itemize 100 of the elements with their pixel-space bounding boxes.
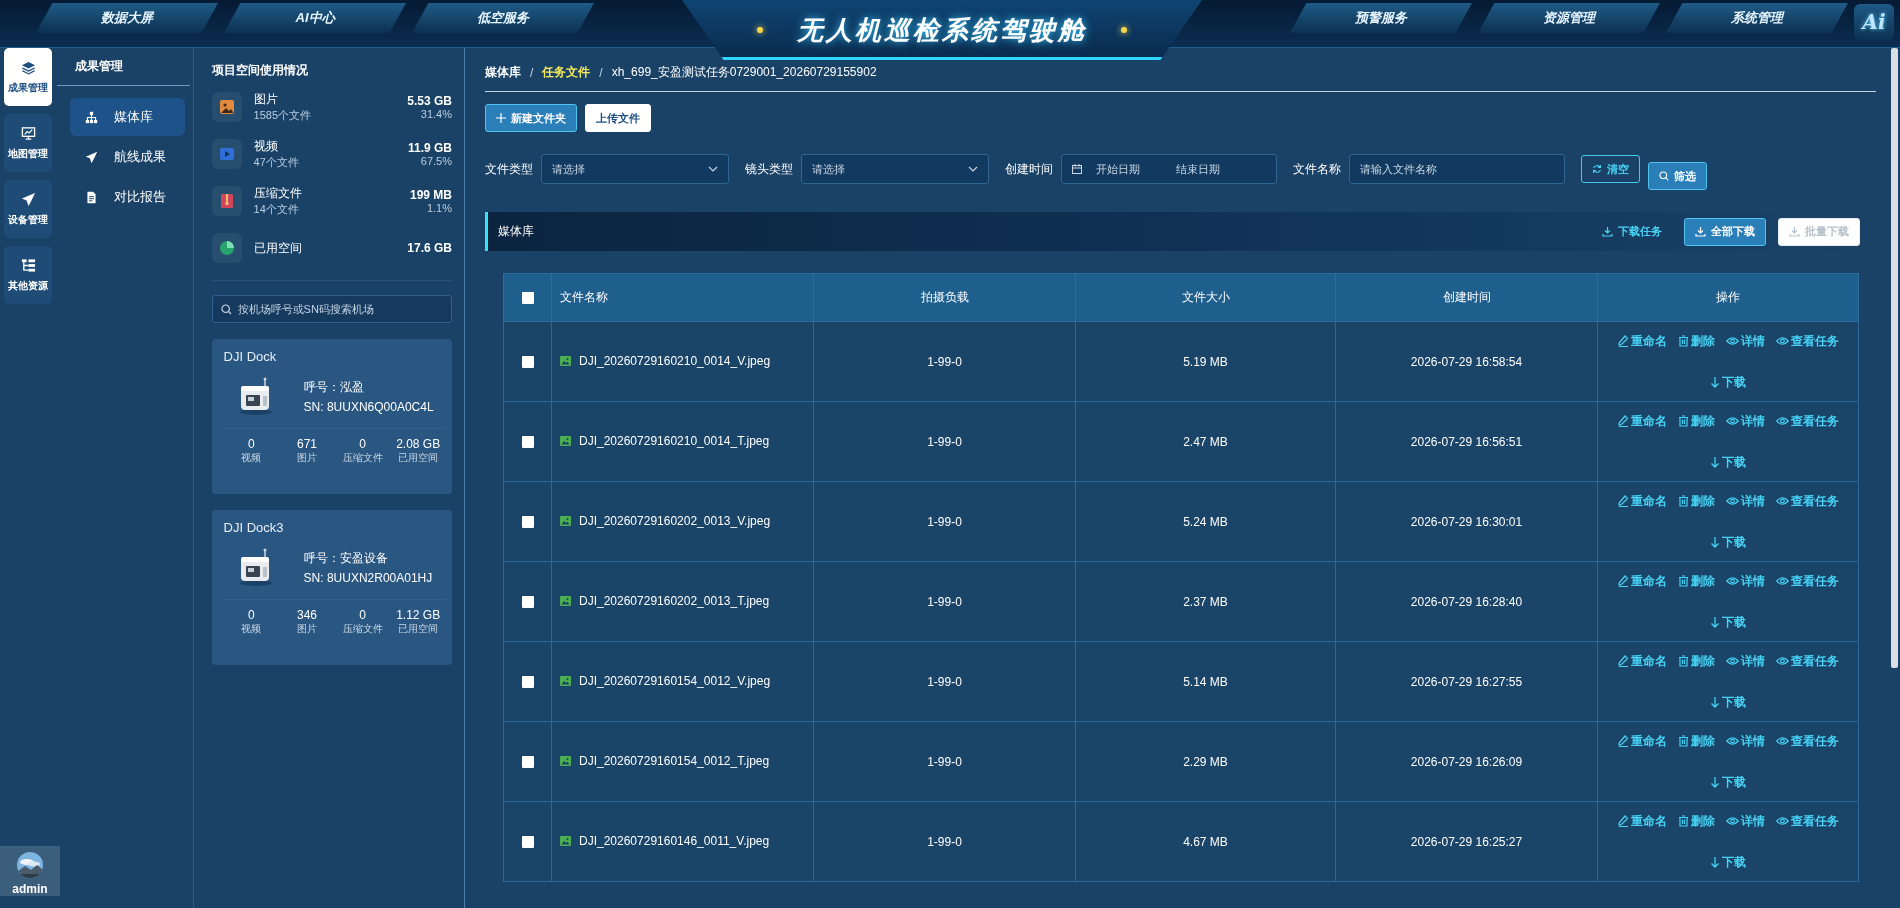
stat-label: 压缩文件 — [341, 451, 384, 465]
delete-link[interactable]: 删除 — [1677, 812, 1715, 830]
download-link[interactable]: 下载 — [1710, 613, 1746, 631]
download-link[interactable]: 下载 — [1710, 373, 1746, 391]
rail-item[interactable]: 设备管理 — [4, 180, 53, 238]
rename-link[interactable]: 重命名 — [1617, 412, 1667, 430]
details-link[interactable]: 详情 — [1725, 572, 1765, 590]
eye-icon — [1775, 736, 1789, 746]
layers-icon — [20, 59, 36, 75]
rename-link[interactable]: 重命名 — [1617, 812, 1667, 830]
sitemap-icon — [84, 110, 98, 124]
file-name: DJI_20260729160202_0013_T.jpeg — [579, 594, 770, 608]
checkbox[interactable] — [521, 596, 534, 609]
checkbox[interactable] — [521, 676, 534, 689]
details-link[interactable]: 详情 — [1725, 812, 1765, 830]
checkbox[interactable] — [521, 436, 534, 449]
storage-percent: 31.4% — [420, 108, 452, 120]
table-cell: 2026-07-29 16:26:09 — [1335, 721, 1598, 802]
menu-item[interactable]: 对比报告 — [69, 178, 185, 216]
dock-serial: SN: 8UUXN6Q00A0C4L — [303, 399, 434, 414]
image-icon — [560, 516, 571, 526]
dock-search-field[interactable]: 按机场呼号或SN码搜索机场 — [211, 295, 452, 323]
rename-link[interactable]: 重命名 — [1617, 732, 1667, 750]
arrow-down-icon — [1710, 456, 1720, 468]
rename-link[interactable]: 重命名 — [1617, 652, 1667, 670]
download-link[interactable]: 下载 — [1710, 773, 1746, 791]
rail-item[interactable]: 其他资源 — [4, 246, 53, 304]
delete-link[interactable]: 删除 — [1677, 492, 1715, 510]
view-task-link[interactable]: 查看任务 — [1775, 812, 1839, 830]
delete-link[interactable]: 删除 — [1677, 732, 1715, 750]
checkbox[interactable] — [521, 356, 534, 369]
breadcrumb-link[interactable]: 任务文件 — [542, 64, 591, 81]
stat-label: 压缩文件 — [341, 622, 384, 636]
table-cell: 1-99-0 — [813, 481, 1076, 562]
clear-button[interactable]: 清空 — [1581, 155, 1640, 183]
download-link[interactable]: 下载 — [1710, 533, 1746, 551]
nav-tab[interactable]: 低空服务 — [412, 3, 594, 33]
rename-link[interactable]: 重命名 — [1617, 572, 1667, 590]
table-cell: 2.37 MB — [1075, 561, 1336, 642]
stat-value: 346 — [295, 608, 318, 622]
menu-item[interactable]: 航线成果 — [69, 138, 185, 176]
view-task-link[interactable]: 查看任务 — [1775, 412, 1839, 430]
scrollbar-thumb[interactable] — [1891, 48, 1898, 668]
download-link[interactable]: 下载 — [1710, 693, 1746, 711]
paper-plane-icon — [20, 191, 36, 207]
upload-button[interactable]: 上传文件 — [585, 104, 651, 132]
delete-link[interactable]: 删除 — [1677, 572, 1715, 590]
glow-dot-icon — [757, 27, 763, 33]
filter-button[interactable]: 筛选 — [1648, 162, 1707, 190]
download-tasks-link[interactable]: 下载任务 — [1592, 217, 1672, 246]
details-link[interactable]: 详情 — [1725, 332, 1765, 350]
checkbox[interactable] — [521, 836, 534, 849]
select-field[interactable]: 请选择 — [541, 154, 729, 184]
stat-value: 0 — [247, 437, 256, 451]
stat-value: 0 — [358, 608, 367, 622]
view-task-link[interactable]: 查看任务 — [1775, 572, 1839, 590]
details-link[interactable]: 详情 — [1725, 412, 1765, 430]
storage-size: 5.53 GB — [407, 94, 452, 108]
breadcrumb-current: xh_699_安盈测试任务0729001_20260729155902 — [611, 64, 877, 81]
image-icon — [560, 596, 571, 606]
new-folder-button[interactable]: 新建文件夹 — [485, 104, 577, 132]
delete-link[interactable]: 删除 — [1677, 332, 1715, 350]
calendar-icon — [1072, 164, 1082, 174]
app-title: 无人机巡检系统驾驶舱 — [797, 13, 1087, 47]
checkbox[interactable] — [521, 516, 534, 529]
view-task-link[interactable]: 查看任务 — [1775, 652, 1839, 670]
download-link[interactable]: 下载 — [1710, 453, 1746, 471]
rename-link[interactable]: 重命名 — [1617, 332, 1667, 350]
view-task-link[interactable]: 查看任务 — [1775, 332, 1839, 350]
nav-tab[interactable]: 系统管理 — [1666, 3, 1848, 33]
download-all-button[interactable]: 全部下载 — [1684, 217, 1766, 246]
menu-item[interactable]: 媒体库 — [69, 98, 185, 136]
logo: Ai — [1854, 4, 1894, 40]
details-link[interactable]: 详情 — [1725, 732, 1765, 750]
rename-link[interactable]: 重命名 — [1617, 492, 1667, 510]
arrow-down-icon — [1710, 376, 1720, 388]
download-link[interactable]: 下载 — [1710, 853, 1746, 871]
date-range-field[interactable]: 开始日期 结束日期 — [1061, 154, 1277, 184]
glow-dot-icon — [1121, 27, 1127, 33]
checkbox[interactable] — [521, 756, 534, 769]
column-header: 操作 — [1597, 273, 1859, 322]
breadcrumb-separator: / — [530, 65, 534, 80]
nav-tab[interactable]: 资源管理 — [1478, 3, 1660, 33]
eye-icon — [1725, 416, 1739, 426]
details-link[interactable]: 详情 — [1725, 492, 1765, 510]
details-link[interactable]: 详情 — [1725, 652, 1765, 670]
delete-link[interactable]: 删除 — [1677, 652, 1715, 670]
delete-link[interactable]: 删除 — [1677, 412, 1715, 430]
stat-value: 1.12 GB — [395, 608, 442, 622]
view-task-link[interactable]: 查看任务 — [1775, 732, 1839, 750]
nav-tab[interactable]: 数据大屏 — [36, 3, 218, 33]
view-task-link[interactable]: 查看任务 — [1775, 492, 1839, 510]
text-field[interactable]: 请输入文件名称 — [1349, 154, 1565, 184]
nav-tab[interactable]: AI中心 — [224, 3, 406, 33]
rail-item[interactable]: 地图管理 — [4, 114, 53, 172]
breadcrumb-link[interactable]: 媒体库 — [485, 64, 521, 81]
nav-tab[interactable]: 预警服务 — [1290, 3, 1472, 33]
select-field[interactable]: 请选择 — [801, 154, 989, 184]
checkbox[interactable] — [521, 292, 534, 305]
rail-item[interactable]: 成果管理 — [4, 48, 53, 106]
